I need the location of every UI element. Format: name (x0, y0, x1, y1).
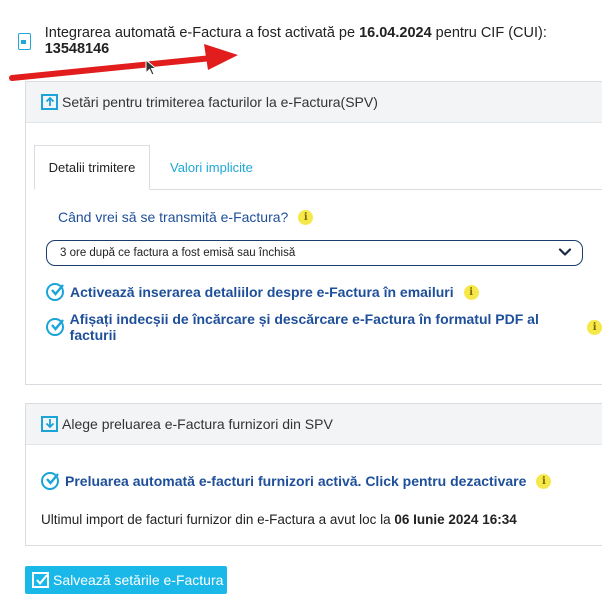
upload-icon (41, 94, 58, 110)
check-circle-icon[interactable] (41, 472, 59, 490)
auto-import-toggle[interactable]: Preluarea automată e-facturi furnizori a… (41, 472, 552, 490)
banner-prefix: Integrarea automată e-Factura a fost act… (44, 25, 360, 41)
auto-import-status[interactable]: Preluarea automată e-facturi furnizori a… (65, 473, 526, 489)
save-settings-label: Salvează setările e-Factura (53, 572, 224, 588)
pdf-indexes-label: Afișați indecșii de încărcare și descărc… (69, 311, 539, 343)
tab-detalii-trimitere[interactable]: Detalii trimitere (34, 145, 150, 190)
settings-tabs: Detalii trimitere Valori implicite (34, 145, 602, 190)
mouse-cursor-icon (145, 59, 157, 76)
receive-settings-header: Alege preluarea e-Factura furnizori din … (26, 404, 602, 445)
banner-cif: 13548146 (44, 41, 110, 57)
banner-date: 16.04.2024 (359, 25, 432, 41)
save-settings-button[interactable]: Salvează setările e-Factura (25, 566, 227, 594)
info-icon[interactable]: i (536, 473, 552, 489)
chevron-down-icon (558, 248, 572, 256)
email-details-option[interactable]: Activează inserarea detaliilor despre e-… (46, 283, 479, 301)
send-settings-panel: Setări pentru trimiterea facturilor la e… (25, 81, 602, 385)
check-circle-icon[interactable] (46, 318, 64, 336)
banner-mid: pentru CIF (CUI): (431, 25, 547, 41)
check-circle-icon[interactable] (46, 283, 64, 301)
receive-settings-title: Alege preluarea e-Factura furnizori din … (62, 416, 333, 432)
info-icon[interactable]: i (463, 284, 479, 300)
transmit-question-label: Când vrei să se transmită e-Factura? (58, 209, 289, 225)
last-import-info: Ultimul import de facturi furnizor din e… (41, 512, 517, 527)
banner-text: Integrarea automată e-Factura a fost act… (45, 25, 602, 57)
check-square-icon (32, 572, 49, 588)
send-settings-title: Setări pentru trimiterea facturilor la e… (62, 94, 378, 110)
transmit-timing-select[interactable]: 3 ore după ce factura a fost emisă sau î… (46, 240, 583, 266)
download-icon (41, 416, 58, 432)
email-details-label: Activează inserarea detaliilor despre e-… (70, 284, 454, 300)
send-settings-header: Setări pentru trimiterea facturilor la e… (26, 82, 602, 123)
last-import-date: 06 Iunie 2024 16:34 (394, 512, 517, 527)
last-import-prefix: Ultimul import de facturi furnizor din e… (41, 512, 395, 527)
info-icon[interactable]: i (298, 209, 314, 225)
transmit-timing-value: 3 ore după ce factura a fost emisă sau î… (60, 247, 296, 259)
info-icon[interactable]: i (587, 319, 602, 335)
transmit-question: Când vrei să se transmită e-Factura? i (58, 209, 314, 225)
receive-settings-panel: Alege preluarea e-Factura furnizori din … (25, 403, 602, 546)
document-icon (18, 32, 31, 50)
pdf-indexes-option[interactable]: Afișați indecșii de încărcare și descărc… (46, 311, 602, 343)
tab-valori-implicite[interactable]: Valori implicite (170, 145, 253, 189)
activation-banner: Integrarea automată e-Factura a fost act… (18, 25, 602, 57)
